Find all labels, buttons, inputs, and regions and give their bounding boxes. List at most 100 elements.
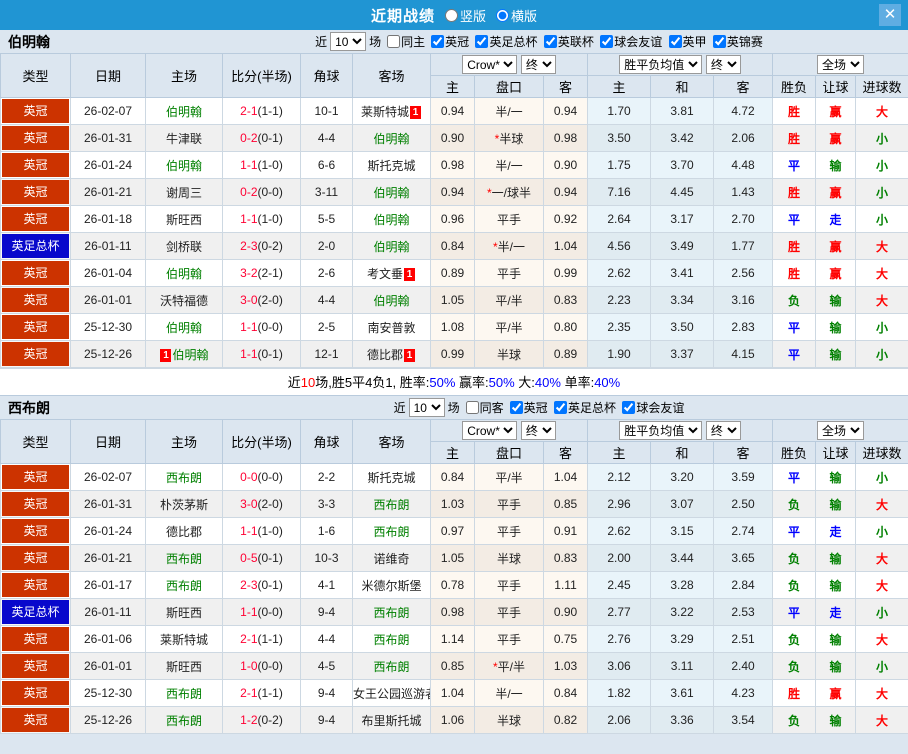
away-team: 布里斯托城 <box>352 706 431 734</box>
result-handicap: 走 <box>815 517 857 545</box>
league-filter[interactable]: 英联杯 <box>541 33 594 50</box>
result-wdl: 负 <box>772 571 817 599</box>
games-count-select[interactable]: 10 <box>408 398 445 417</box>
result-handicap: 输 <box>815 571 857 599</box>
close-icon[interactable]: ✕ <box>879 4 901 26</box>
league-checkbox[interactable] <box>431 34 445 48</box>
match-date: 25-12-30 <box>70 313 146 341</box>
same-venue-label: 同主 <box>401 35 426 49</box>
handicap: *半球 <box>474 124 544 152</box>
mean-draw-odds: 3.81 <box>650 97 715 125</box>
odds-provider-select[interactable]: Crow* <box>462 421 518 440</box>
league-label: 英足总杯 <box>489 34 538 49</box>
same-venue-label: 同客 <box>479 401 504 415</box>
red-card-badge: 1 <box>404 348 415 362</box>
vertical-radio-label: 竖版 <box>459 8 486 24</box>
mean-odds-select[interactable]: 胜平负均值 <box>619 421 703 440</box>
league-filter[interactable]: 英甲 <box>666 33 707 50</box>
league-filter[interactable]: 球会友谊 <box>597 33 662 50</box>
away-team: 德比郡 1 <box>352 340 431 368</box>
league-checkbox[interactable] <box>475 34 489 48</box>
corner-count: 10-3 <box>300 544 353 572</box>
odds-home: 1.05 <box>430 286 475 314</box>
odds-provider-select[interactable]: Crow* <box>462 55 518 74</box>
layout-option-vertical[interactable]: 竖版 <box>439 6 486 25</box>
result-scope-select[interactable]: 全场 <box>817 421 865 440</box>
result-scope-select[interactable]: 全场 <box>817 55 865 74</box>
col-header-odds-home: 主 <box>430 75 475 98</box>
layout-option-horizontal[interactable]: 横版 <box>490 6 537 25</box>
mean-home-odds: 3.06 <box>587 652 652 680</box>
league-checkbox[interactable] <box>543 34 557 48</box>
odds-home: 0.94 <box>430 178 475 206</box>
mean-draw-odds: 3.49 <box>650 232 715 260</box>
result-handicap: 赢 <box>815 259 857 287</box>
league-filter[interactable]: 英锦赛 <box>710 33 763 50</box>
away-team: 西布朗 <box>352 625 431 653</box>
away-team: 女王公园巡游者 <box>352 679 431 707</box>
corner-count: 4-1 <box>300 571 353 599</box>
handicap: 平手 <box>474 625 544 653</box>
corner-count: 4-5 <box>300 652 353 680</box>
league-filter[interactable]: 球会友谊 <box>619 399 684 416</box>
handicap: 平手 <box>474 517 544 545</box>
league-checkbox[interactable] <box>554 400 568 414</box>
col-header-date: 日期 <box>70 53 146 98</box>
match-date: 26-01-04 <box>70 259 146 287</box>
same-venue-filter[interactable]: 同客 <box>463 399 504 416</box>
match-date: 25-12-26 <box>70 706 146 734</box>
home-team: 德比郡 <box>145 517 223 545</box>
match-type-badge: 英冠 <box>2 681 69 705</box>
league-filter[interactable]: 英冠 <box>428 33 469 50</box>
league-filter[interactable]: 英冠 <box>507 399 548 416</box>
league-filter[interactable]: 英足总杯 <box>472 33 537 50</box>
result-goals: 小 <box>855 151 908 179</box>
odds-provider-group: Crow* 终 <box>429 419 589 442</box>
league-checkbox[interactable] <box>622 400 636 414</box>
mean-odds-select[interactable]: 胜平负均值 <box>619 55 703 74</box>
home-team: 西布朗 <box>145 679 223 707</box>
match-type-badge: 英足总杯 <box>2 234 69 258</box>
odds-stage-select-2[interactable]: 终 <box>705 421 741 440</box>
col-header-handicap: 盘口 <box>474 441 544 464</box>
result-goals: 小 <box>855 598 908 626</box>
mean-away-odds: 2.74 <box>713 517 774 545</box>
odds-stage-select-2[interactable]: 终 <box>705 55 741 74</box>
match-date: 26-01-24 <box>70 517 146 545</box>
league-checkbox[interactable] <box>712 34 726 48</box>
odds-away: 0.83 <box>542 286 589 314</box>
league-filter[interactable]: 英足总杯 <box>551 399 616 416</box>
home-team: 朴茨茅斯 <box>145 490 223 518</box>
result-wdl: 胜 <box>772 124 817 152</box>
result-wdl: 平 <box>772 517 817 545</box>
odds-away: 0.92 <box>542 205 589 233</box>
filter-row: 伯明翰 近 10 场 同主 英冠 英足总杯 英联杯 球会友谊 英甲 英锦赛 <box>0 30 908 53</box>
league-checkbox[interactable] <box>509 400 523 414</box>
odds-home: 0.85 <box>430 652 475 680</box>
result-wdl: 胜 <box>772 232 817 260</box>
vertical-radio[interactable] <box>444 8 458 22</box>
mean-home-odds: 1.82 <box>587 679 652 707</box>
games-count-select[interactable]: 10 <box>330 32 367 51</box>
same-venue-checkbox[interactable] <box>465 401 479 414</box>
result-scope-group: 全场 <box>772 419 908 442</box>
red-card-badge: 1 <box>410 105 421 119</box>
home-team: 西布朗 <box>145 706 223 734</box>
same-venue-checkbox[interactable] <box>387 35 401 48</box>
mean-home-odds: 2.64 <box>587 205 652 233</box>
mean-home-odds: 4.56 <box>587 232 652 260</box>
mean-draw-odds: 3.37 <box>650 340 715 368</box>
league-checkbox[interactable] <box>668 34 682 48</box>
corner-count: 5-5 <box>300 205 353 233</box>
odds-home: 0.98 <box>430 151 475 179</box>
league-checkbox[interactable] <box>600 34 614 48</box>
same-venue-filter[interactable]: 同主 <box>384 33 425 50</box>
horizontal-radio[interactable] <box>496 8 509 22</box>
filter-controls: 近 10 场 同主 英冠 英足总杯 英联杯 球会友谊 英甲 英锦赛 <box>315 32 763 51</box>
mean-away-odds: 2.51 <box>713 625 774 653</box>
result-wdl: 平 <box>772 313 817 341</box>
mean-draw-odds: 3.22 <box>650 598 715 626</box>
result-scope-group: 全场 <box>772 53 908 76</box>
odds-stage-select-1[interactable]: 终 <box>520 421 556 440</box>
odds-stage-select-1[interactable]: 终 <box>520 55 556 74</box>
